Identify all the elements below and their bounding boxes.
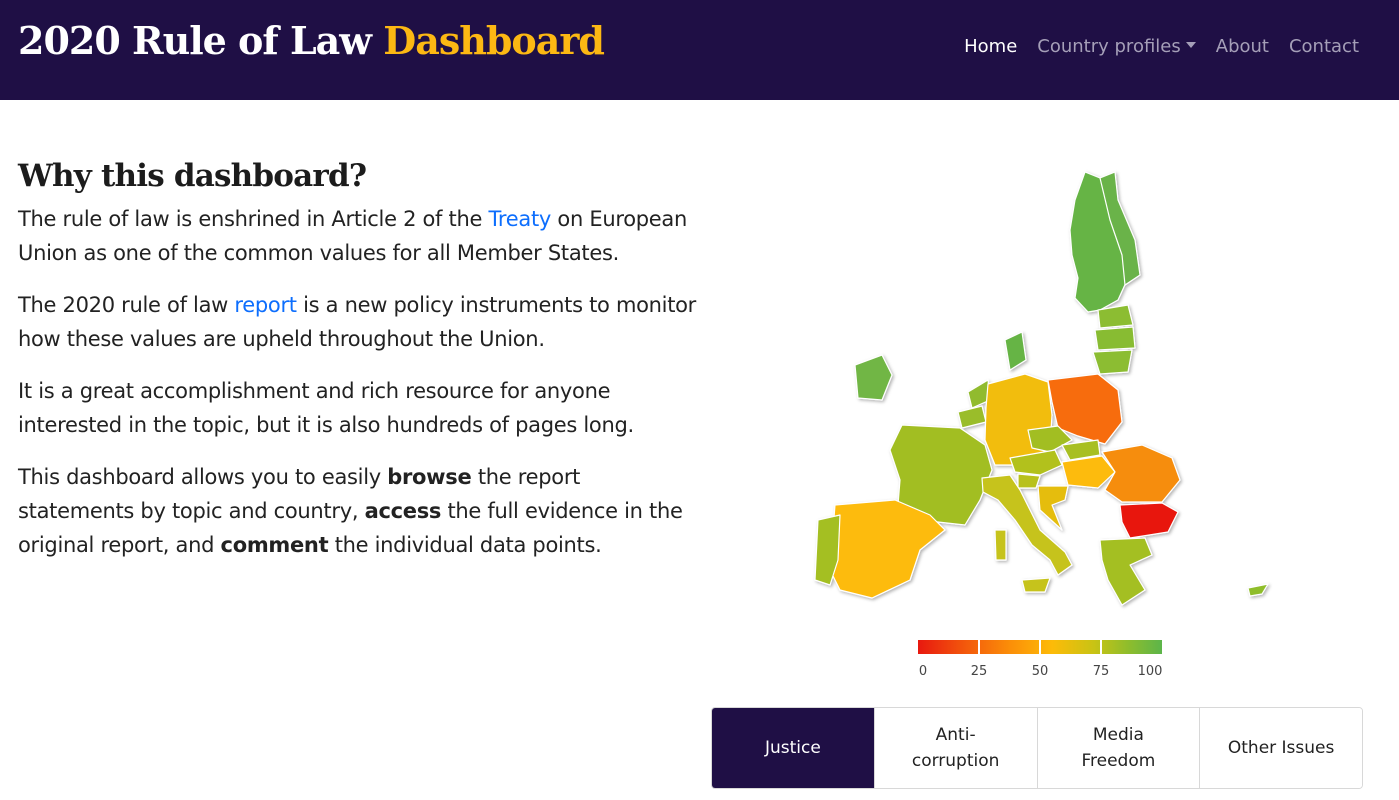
country-bulgaria[interactable]	[1119, 502, 1179, 539]
brand-logo[interactable]: 2020 Rule of Law Dashboard	[18, 18, 605, 63]
treaty-link[interactable]: Treaty	[488, 207, 551, 231]
nav-about-link[interactable]: About	[1216, 36, 1269, 57]
p2-text: The 2020 rule of law	[18, 293, 235, 317]
country-ireland[interactable]	[854, 354, 893, 401]
brand-title: 2020 Rule of Law	[18, 18, 384, 63]
nav-home-link[interactable]: Home	[964, 36, 1017, 57]
p4-bold-browse: browse	[387, 465, 472, 489]
legend-tick: 100	[1137, 664, 1163, 679]
country-denmark[interactable]	[1004, 331, 1027, 371]
navbar: 2020 Rule of Law Dashboard Home Country …	[0, 0, 1399, 100]
tab-media-freedom[interactable]: Media Freedom	[1036, 708, 1200, 788]
country-croatia[interactable]	[1037, 485, 1069, 531]
intro-paragraph-2: The 2020 rule of law report is a new pol…	[18, 288, 698, 356]
intro-title: Why this dashboard?	[18, 158, 367, 194]
country-lithuania[interactable]	[1092, 349, 1133, 375]
report-link[interactable]: report	[234, 293, 297, 317]
p4-bold-comment: comment	[220, 533, 329, 557]
p4-bold-access: access	[364, 499, 442, 523]
country-slovenia[interactable]	[1017, 473, 1041, 489]
eu-choropleth-map	[800, 160, 1280, 630]
country-germany[interactable]	[984, 373, 1053, 466]
country-cyprus[interactable]	[1247, 583, 1269, 597]
legend-color-scale	[918, 640, 1162, 654]
intro-paragraph-1: The rule of law is enshrined in Article …	[18, 202, 698, 270]
tab-justice[interactable]: Justice	[712, 708, 874, 788]
nav-country-profiles-label: Country profiles	[1037, 36, 1181, 57]
tab-other-issues[interactable]: Other Issues	[1199, 708, 1362, 788]
map-legend: 0 25 50 75 100	[918, 640, 1162, 682]
country-sardinia[interactable]	[994, 529, 1007, 561]
legend-tick: 75	[1092, 664, 1110, 679]
topic-tabs: Justice Anti- corruption Media Freedom O…	[711, 707, 1363, 789]
country-sicily[interactable]	[1021, 577, 1051, 593]
tab-anti-corruption[interactable]: Anti- corruption	[873, 708, 1037, 788]
country-latvia[interactable]	[1094, 326, 1136, 351]
intro-section: Why this dashboard? The rule of law is e…	[18, 158, 698, 580]
country-greece[interactable]	[1099, 537, 1153, 606]
legend-tick: 50	[1031, 664, 1049, 679]
main-nav: Home Country profiles About Contact	[964, 36, 1359, 57]
legend-tick: 25	[970, 664, 988, 679]
nav-country-profiles-dropdown[interactable]: Country profiles	[1037, 36, 1196, 57]
country-romania[interactable]	[1101, 444, 1181, 503]
nav-contact-link[interactable]: Contact	[1289, 36, 1359, 57]
map-svg	[814, 171, 1269, 606]
caret-down-icon	[1185, 42, 1196, 48]
p4-text-g: the individual data points.	[328, 533, 602, 557]
legend-tick: 0	[918, 664, 928, 679]
country-spain[interactable]	[829, 499, 946, 599]
legend-ticks: 0 25 50 75 100	[918, 664, 1163, 682]
brand-title-highlight: Dashboard	[383, 18, 605, 63]
p1-text: The rule of law is enshrined in Article …	[18, 207, 489, 231]
intro-paragraph-3: It is a great accomplishment and rich re…	[18, 379, 634, 437]
intro-paragraph-4: This dashboard allows you to easily brow…	[18, 460, 698, 562]
p4-text-a: This dashboard allows you to easily	[18, 465, 388, 489]
country-belgium[interactable]	[957, 405, 987, 429]
